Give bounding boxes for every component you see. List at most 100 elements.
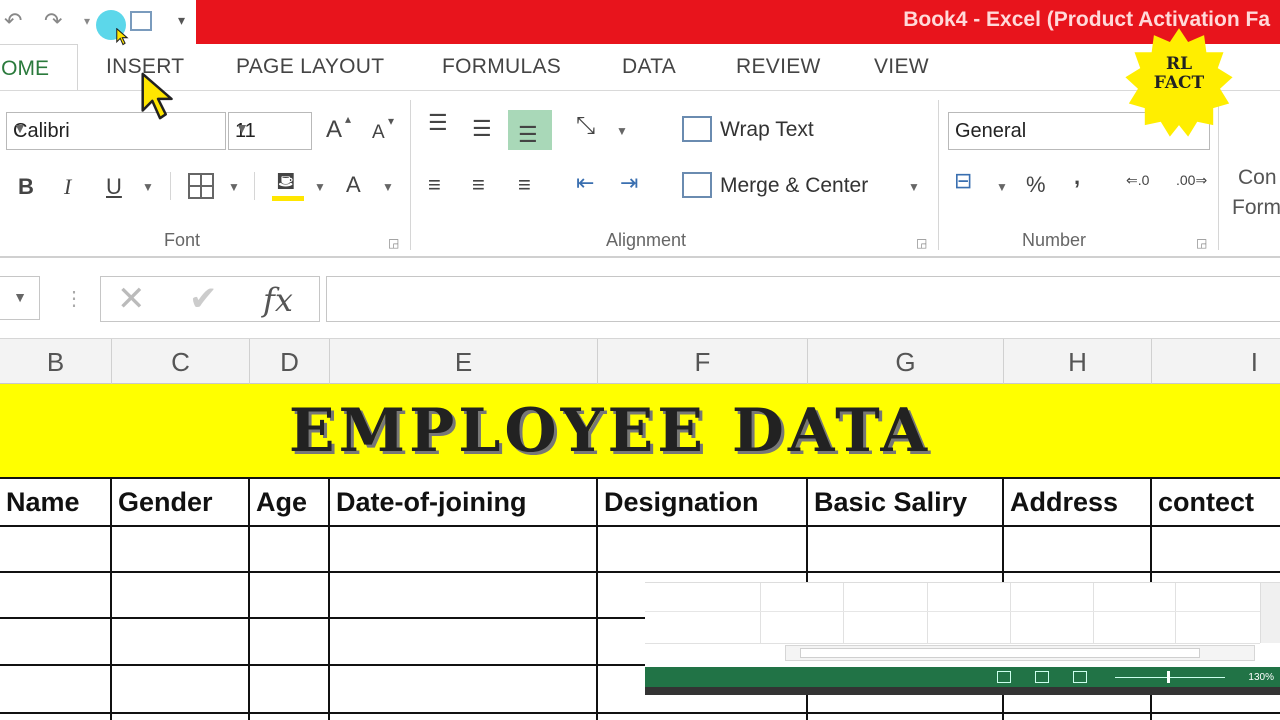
header-cell-address[interactable]: Address: [1004, 478, 1152, 526]
header-cell-designation[interactable]: Designation: [598, 478, 808, 526]
page-break-view-icon[interactable]: [1073, 671, 1087, 683]
decrease-decimal-icon[interactable]: .00⇒: [1176, 172, 1207, 189]
preview-grid: [645, 583, 1260, 644]
accounting-format-icon[interactable]: ⊟: [954, 168, 972, 194]
name-box[interactable]: ▼: [0, 276, 40, 320]
fill-color-swatch: [272, 196, 304, 201]
formula-input[interactable]: [326, 276, 1280, 322]
undo-icon[interactable]: ↶: [4, 8, 22, 34]
enter-button[interactable]: ✔: [189, 279, 218, 319]
decrease-indent-icon[interactable]: ⇤: [576, 170, 594, 196]
cancel-button[interactable]: ✕: [117, 279, 146, 319]
merged-title-cell[interactable]: EMPLOYEE DATA: [0, 384, 1280, 478]
merge-center-icon: [682, 172, 712, 198]
zoom-slider[interactable]: [1115, 677, 1225, 678]
column-header-d[interactable]: D: [250, 339, 330, 385]
italic-button[interactable]: I: [64, 174, 71, 200]
formula-bar-grip-icon: ⋮: [64, 288, 84, 310]
tab-formulas[interactable]: FORMULAS: [442, 55, 561, 79]
preview-vertical-scrollbar[interactable]: [1260, 583, 1280, 643]
increase-indent-icon[interactable]: ⇥: [620, 170, 638, 196]
group-label-font: Font: [164, 230, 201, 250]
column-header-i[interactable]: I: [1152, 339, 1280, 385]
align-left-icon[interactable]: ≡: [428, 172, 441, 198]
column-header-g[interactable]: G: [808, 339, 1004, 385]
chevron-down-icon: ▼: [235, 120, 249, 136]
orientation-icon[interactable]: ⤡: [576, 112, 595, 140]
align-middle-icon[interactable]: ☰: [472, 116, 492, 142]
grow-font-button[interactable]: A: [326, 116, 342, 144]
page-layout-view-icon[interactable]: [1035, 671, 1049, 683]
number-dialog-launcher-icon[interactable]: ◲: [1196, 236, 1207, 250]
quick-access-toolbar: ↶ ↷ ▾ ▾: [0, 0, 196, 44]
insert-function-button[interactable]: fx: [263, 281, 293, 319]
column-header-h[interactable]: H: [1004, 339, 1152, 385]
zoom-level[interactable]: 130%: [1248, 672, 1274, 683]
font-dialog-launcher-icon[interactable]: ◲: [388, 236, 399, 250]
column-header-f[interactable]: F: [598, 339, 808, 385]
header-cell-basic-salary[interactable]: Basic Saliry: [808, 478, 1004, 526]
tab-view[interactable]: VIEW: [874, 55, 929, 79]
align-center-icon[interactable]: ≡: [472, 172, 485, 198]
group-label-alignment: Alignment: [606, 230, 687, 250]
redo-icon[interactable]: ↷: [44, 8, 62, 34]
column-header-e[interactable]: E: [330, 339, 598, 385]
align-bottom-icon: ☰: [518, 122, 538, 147]
align-top-icon[interactable]: ☰: [428, 110, 448, 136]
chevron-down-icon: ▼: [13, 289, 27, 305]
font-name-combo[interactable]: Calibri ▼: [6, 112, 226, 150]
underline-dropdown-icon[interactable]: ▼: [142, 180, 154, 194]
scroll-thumb[interactable]: [800, 648, 1200, 658]
watermark-line1: RL: [1165, 54, 1193, 74]
alignment-dialog-launcher-icon[interactable]: ◲: [916, 236, 927, 250]
borders-icon[interactable]: [188, 173, 214, 199]
fill-color-icon[interactable]: ⛾: [276, 168, 296, 198]
title-bar: Book4 - Excel (Product Activation Fa: [196, 0, 1280, 44]
number-format-value: General: [955, 120, 1027, 142]
column-header-c[interactable]: C: [112, 339, 250, 385]
align-right-icon[interactable]: ≡: [518, 172, 531, 198]
merge-center-button[interactable]: Merge & Center: [720, 174, 868, 198]
shrink-font-button[interactable]: A: [372, 122, 385, 144]
tab-data[interactable]: DATA: [622, 55, 676, 79]
header-cell-age[interactable]: Age: [250, 478, 330, 526]
header-cell-date-of-joining[interactable]: Date-of-joining: [330, 478, 598, 526]
formula-buttons: ✕ ✔ fx: [100, 276, 320, 322]
header-cell-gender[interactable]: Gender: [112, 478, 250, 526]
wrap-text-button[interactable]: Wrap Text: [720, 118, 814, 142]
header-cell-name[interactable]: Name: [0, 478, 112, 526]
borders-dropdown-icon[interactable]: ▼: [228, 180, 240, 194]
redo-dropdown-icon[interactable]: ▾: [84, 14, 90, 28]
conditional-formatting-button[interactable]: Con: [1238, 166, 1277, 190]
header-cell-contact[interactable]: contect: [1152, 478, 1280, 526]
preview-horizontal-scrollbar[interactable]: [785, 645, 1255, 661]
group-label-number: Number: [1022, 230, 1087, 250]
font-size-combo[interactable]: 11 ▼: [228, 112, 312, 150]
customize-qat-icon[interactable]: ▾: [178, 12, 185, 29]
increase-decimal-icon[interactable]: ⇐.0: [1126, 172, 1149, 189]
orientation-dropdown-icon[interactable]: ▼: [616, 124, 628, 138]
column-header-b[interactable]: B: [0, 339, 112, 385]
zoom-slider-thumb[interactable]: [1167, 671, 1170, 683]
chevron-down-icon: ▼: [13, 120, 27, 136]
normal-view-icon[interactable]: [997, 671, 1011, 683]
form-icon[interactable]: [130, 11, 152, 31]
merge-dropdown-icon[interactable]: ▼: [908, 180, 920, 194]
font-color-button[interactable]: A: [346, 172, 361, 198]
tab-home[interactable]: OME: [0, 44, 78, 90]
underline-button[interactable]: U: [106, 174, 122, 200]
mouse-cursor-icon: [141, 72, 173, 120]
shrink-arrow-icon: ▾: [388, 114, 395, 128]
tab-page-layout[interactable]: PAGE LAYOUT: [236, 55, 384, 79]
percent-style-button[interactable]: %: [1026, 172, 1046, 198]
column-headers: B C D E F G H I: [0, 338, 1280, 385]
font-color-dropdown-icon[interactable]: ▼: [382, 180, 394, 194]
comma-style-button[interactable]: ,: [1074, 164, 1080, 190]
fill-color-dropdown-icon[interactable]: ▼: [314, 180, 326, 194]
conditional-formatting-label: Form: [1232, 196, 1280, 219]
tab-review[interactable]: REVIEW: [736, 55, 821, 79]
sheet-title: EMPLOYEE DATA: [288, 396, 932, 466]
group-separator: [938, 100, 939, 250]
accounting-dropdown-icon[interactable]: ▼: [996, 180, 1008, 194]
bold-button[interactable]: B: [18, 174, 34, 200]
